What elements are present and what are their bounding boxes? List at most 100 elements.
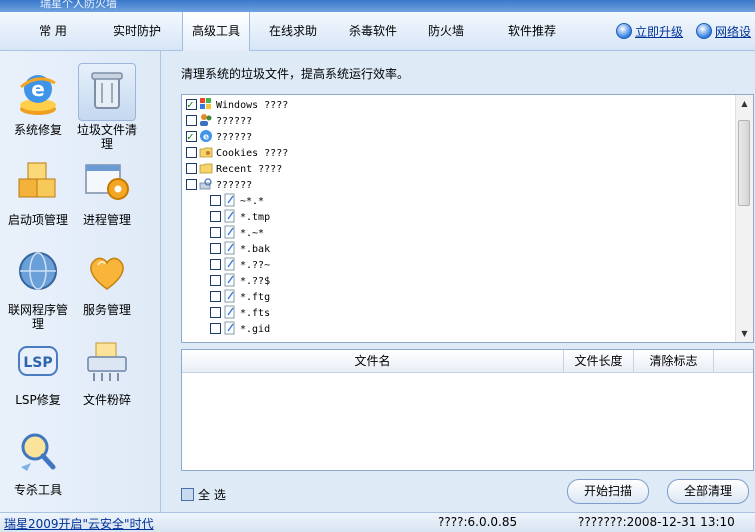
tree-row[interactable]: Recent ???? — [186, 161, 282, 177]
scroll-down-icon[interactable]: ▼ — [736, 325, 753, 342]
file-icon — [223, 225, 237, 239]
tree-row-label: *.??~ — [240, 260, 271, 271]
cloud-security-link[interactable]: 瑞星2009开启"云安全"时代 — [4, 515, 154, 532]
tool-network-program-manager[interactable]: 联网程序管理 — [5, 243, 71, 331]
clean-all-button[interactable]: 全部清理 — [667, 479, 749, 504]
tree-row[interactable]: *.fts — [210, 305, 270, 321]
tree-row-checkbox[interactable] — [210, 323, 221, 334]
tree-row-checkbox[interactable] — [210, 291, 221, 302]
tool-special-killer[interactable]: 专杀工具 — [5, 423, 71, 497]
folder-icon — [199, 161, 213, 175]
tree-row[interactable]: *.tmp — [210, 209, 270, 225]
update-date-text: ???????:2008-12-31 13:10 — [578, 515, 735, 529]
tree-row[interactable]: *.??$ — [210, 273, 270, 289]
tree-row-checkbox[interactable] — [210, 211, 221, 222]
junk-cleanup-panel: 清理系统的垃圾文件，提高系统运行效率。 Windows ??????????e?… — [161, 51, 755, 512]
tree-row-checkbox[interactable] — [210, 227, 221, 238]
tree-row[interactable]: ~*.* — [210, 193, 264, 209]
tab-realtime-protection[interactable]: 实时防护 — [98, 12, 176, 50]
tree-row-checkbox[interactable] — [186, 115, 197, 126]
upgrade-link[interactable]: 立即升级 — [616, 22, 683, 42]
tool-system-repair[interactable]: e 系统修复 — [5, 63, 71, 137]
tree-row-checkbox[interactable] — [186, 97, 197, 113]
svg-text:LSP: LSP — [23, 355, 52, 371]
tool-lsp-repair-label: LSP修复 — [15, 393, 61, 407]
start-scan-button[interactable]: 开始扫描 — [567, 479, 649, 504]
scroll-up-icon[interactable]: ▲ — [736, 95, 753, 112]
tool-lsp-repair[interactable]: LSP LSP修复 — [5, 333, 71, 407]
tree-row-checkbox[interactable] — [186, 147, 197, 158]
tree-row[interactable]: ?????? — [186, 177, 252, 193]
tab-online-help[interactable]: 在线求助 — [258, 12, 328, 50]
tool-junk-cleanup[interactable]: 垃圾文件清理 — [74, 63, 140, 151]
cookie-folder-icon — [199, 145, 213, 159]
tab-firewall[interactable]: 防火墙 — [418, 12, 474, 50]
shredder-icon — [78, 333, 136, 391]
tree-row-label: *.??$ — [240, 276, 271, 287]
tree-row-checkbox[interactable] — [186, 163, 197, 174]
select-all-label: 全 选 — [198, 488, 226, 502]
tool-service-manager[interactable]: 服务管理 — [74, 243, 140, 317]
tree-row-checkbox[interactable] — [186, 129, 197, 145]
ie-icon: e — [199, 129, 213, 143]
scroll-thumb[interactable] — [738, 120, 750, 206]
tab-antivirus[interactable]: 杀毒软件 — [338, 12, 408, 50]
upgrade-link-label: 立即升级 — [635, 25, 684, 39]
trash-can-icon — [78, 63, 136, 121]
tab-advanced-tools[interactable]: 高级工具 — [182, 12, 250, 51]
tree-row-label: Windows ???? — [216, 100, 289, 111]
main-tab-bar: 常 用 实时防护 高级工具 在线求助 杀毒软件 防火墙 软件推荐 立即升级 网络… — [0, 12, 755, 51]
window-title-bar: 瑞星个人防火墙 — [0, 0, 755, 12]
tree-row-label: ~*.* — [240, 196, 265, 207]
tree-row-checkbox[interactable] — [210, 307, 221, 318]
tree-row-checkbox[interactable] — [210, 259, 221, 270]
tree-row[interactable]: Cookies ???? — [186, 145, 288, 161]
tree-row[interactable]: *.~* — [210, 225, 264, 241]
tree-row-label: *.fts — [240, 308, 271, 319]
tree-row-checkbox[interactable] — [210, 243, 221, 254]
network-settings-link[interactable]: 网络设 — [696, 22, 751, 42]
tool-process-manager[interactable]: 进程管理 — [74, 153, 140, 227]
users-icon — [199, 113, 213, 127]
tool-junk-cleanup-label: 垃圾文件清理 — [76, 123, 137, 151]
tree-row[interactable]: e?????? — [186, 129, 252, 145]
tool-system-repair-label: 系统修复 — [13, 123, 62, 137]
process-gear-icon — [78, 153, 136, 211]
version-text: ????:6.0.0.85 — [438, 515, 518, 529]
select-all-box[interactable] — [181, 488, 194, 501]
file-icon — [223, 273, 237, 287]
tree-row-label: *.ftg — [240, 292, 271, 303]
column-clear-flag[interactable]: 清除标志 — [634, 350, 714, 372]
select-all-checkbox[interactable]: 全 选 — [181, 486, 226, 503]
column-file-name[interactable]: 文件名 — [182, 350, 564, 372]
network-settings-label: 网络设 — [715, 25, 752, 39]
tab-software-recommend[interactable]: 软件推荐 — [494, 12, 570, 50]
file-icon — [223, 321, 237, 335]
tool-file-shredder[interactable]: 文件粉碎 — [74, 333, 140, 407]
tree-row[interactable]: *.gid — [210, 321, 270, 337]
tree-row[interactable]: Windows ???? — [186, 97, 288, 113]
tree-row-checkbox[interactable] — [210, 275, 221, 286]
tool-file-shredder-label: 文件粉碎 — [82, 393, 131, 407]
tree-row[interactable]: ?????? — [186, 113, 252, 129]
tree-row-label: Cookies ???? — [216, 148, 289, 159]
tree-row[interactable]: *.bak — [210, 241, 270, 257]
tree-row[interactable]: *.??~ — [210, 257, 270, 273]
file-icon — [223, 289, 237, 303]
startup-boxes-icon — [9, 153, 67, 211]
column-file-size[interactable]: 文件长度 — [564, 350, 634, 372]
tree-vertical-scrollbar[interactable]: ▲ ▼ — [735, 95, 753, 342]
tab-common[interactable]: 常 用 — [10, 12, 96, 50]
panel-description: 清理系统的垃圾文件，提高系统运行效率。 — [181, 67, 410, 81]
junk-category-tree: Windows ??????????e??????Cookies ????Rec… — [181, 94, 754, 343]
tool-process-manager-label: 进程管理 — [82, 213, 131, 227]
tree-row-checkbox[interactable] — [186, 179, 197, 190]
network-globe-icon — [696, 23, 712, 39]
file-icon — [223, 257, 237, 271]
tool-startup-manager[interactable]: 启动项管理 — [5, 153, 71, 227]
tree-items: Windows ??????????e??????Cookies ????Rec… — [182, 95, 735, 342]
tool-special-killer-label: 专杀工具 — [13, 483, 62, 497]
status-bar: 瑞星2009开启"云安全"时代 ????:6.0.0.85 ???????:20… — [0, 512, 755, 532]
tree-row[interactable]: *.ftg — [210, 289, 270, 305]
tree-row-checkbox[interactable] — [210, 195, 221, 206]
